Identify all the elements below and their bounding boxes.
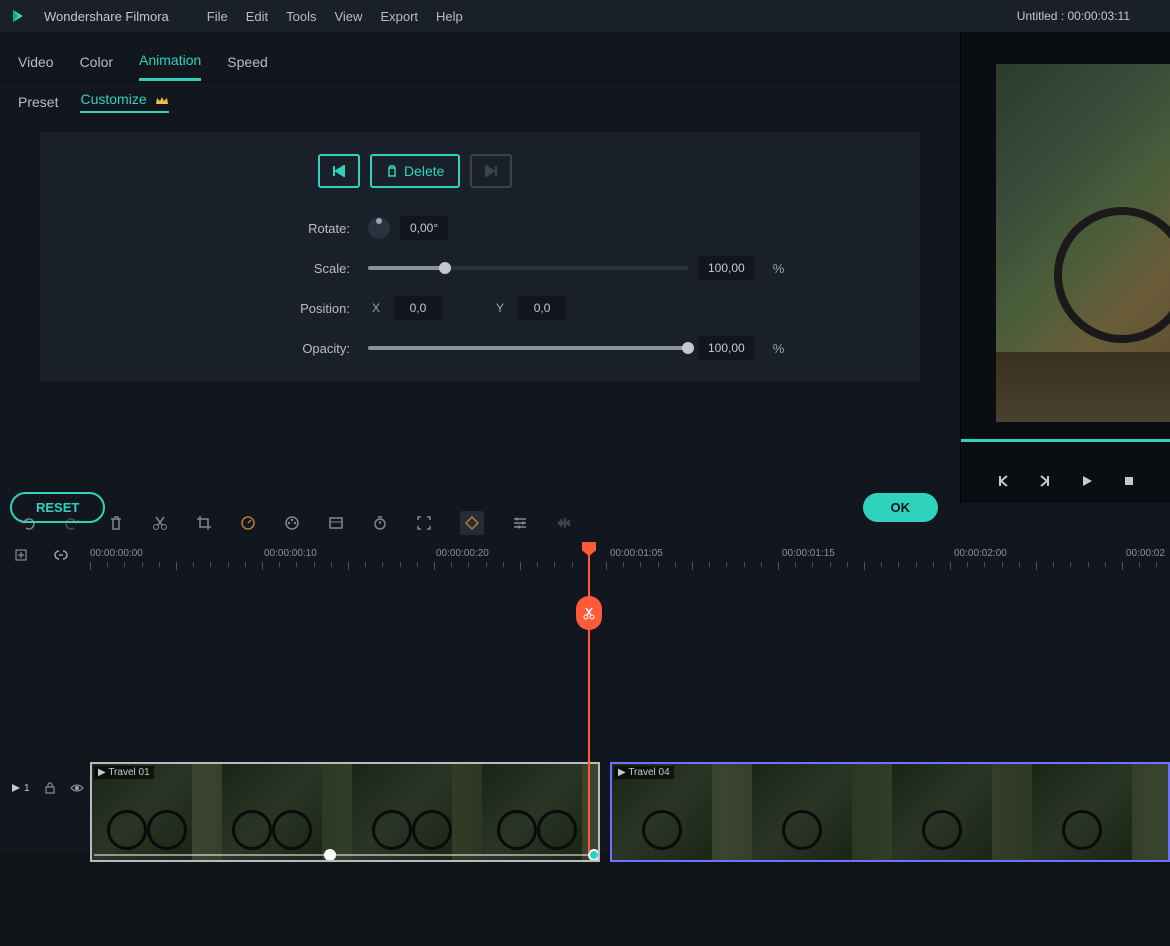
keyframe-1[interactable] [324,849,336,861]
trash-icon [386,165,398,177]
undo-icon[interactable] [20,515,36,531]
ok-button[interactable]: OK [863,493,939,522]
speed-icon[interactable] [240,515,256,531]
tab-speed[interactable]: Speed [227,44,267,80]
clip-travel-01[interactable]: ▶ Travel 01 [90,762,600,862]
scale-thumb[interactable] [439,262,451,274]
playhead-split-icon[interactable] [576,596,602,630]
play-small-icon: ▶ [618,767,626,778]
prev-keyframe-button[interactable] [318,154,360,188]
scale-value[interactable]: 100,00 [698,256,755,280]
track-badge: 1 [24,783,30,794]
scale-unit: % [773,261,785,276]
preview-image[interactable] [996,64,1170,422]
menu-file[interactable]: File [207,9,228,24]
ruler-mark: 00:00:01:15 [782,548,835,559]
ruler-mark: 00:00:01:05 [610,548,663,559]
scale-slider[interactable] [368,266,688,270]
ruler-mark: 00:00:02 [1126,548,1165,559]
delete-label: Delete [404,163,444,179]
ruler-mark: 00:00:00:10 [264,548,317,559]
delete-icon[interactable] [108,515,124,531]
app-logo-icon [10,8,26,24]
clip2-label: Travel 04 [628,767,669,778]
fit-icon[interactable] [416,515,432,531]
pos-x-value[interactable]: 0,0 [394,296,442,320]
playhead[interactable] [588,542,590,852]
track-visibility-icon[interactable] [70,782,84,794]
skip-last-icon [484,165,498,177]
app-name: Wondershare Filmora [44,9,169,24]
clip1-label: Travel 01 [108,767,149,778]
step-forward-icon[interactable] [1038,474,1052,488]
skip-first-icon [332,165,346,177]
scale-label: Scale: [68,261,358,276]
opacity-label: Opacity: [68,341,358,356]
opacity-thumb[interactable] [682,342,694,354]
track-video-icon[interactable]: 1 [10,782,30,794]
menu-tools[interactable]: Tools [286,9,316,24]
link-icon[interactable] [54,548,68,562]
preview-progress[interactable] [961,439,1170,442]
next-keyframe-button [470,154,512,188]
opacity-unit: % [773,341,785,356]
keyframe-icon[interactable] [460,511,484,535]
split-icon[interactable] [152,515,168,531]
preview-panel [960,32,1170,502]
ruler-mark: 00:00:00:00 [90,548,143,559]
keyframe-line [94,854,596,856]
ruler-mark: 00:00:02:00 [954,548,1007,559]
track-lock-icon[interactable] [44,782,56,794]
audio-icon[interactable] [556,515,572,531]
delete-button[interactable]: Delete [370,154,460,188]
menu-edit[interactable]: Edit [246,9,268,24]
subtab-customize[interactable]: Customize [80,91,168,112]
redo-icon[interactable] [64,515,80,531]
tab-animation[interactable]: Animation [139,42,201,81]
opacity-slider[interactable] [368,346,688,350]
adjust-icon[interactable] [512,515,528,531]
subtab-preset[interactable]: Preset [18,94,58,110]
menu-view[interactable]: View [334,9,362,24]
rotate-knob[interactable] [368,217,390,239]
opacity-value[interactable]: 100,00 [698,336,755,360]
tab-video[interactable]: Video [18,44,54,80]
pos-y-value[interactable]: 0,0 [518,296,566,320]
duration-icon[interactable] [372,515,388,531]
clip-travel-04[interactable]: ▶ Travel 04 [610,762,1170,862]
color-icon[interactable] [284,515,300,531]
play-small-icon: ▶ [98,767,106,778]
position-label: Position: [68,301,358,316]
crown-icon [155,94,169,108]
project-status: Untitled : 00:00:03:11 [1017,9,1130,23]
stop-icon[interactable] [1122,474,1136,488]
ruler-mark: 00:00:00:20 [436,548,489,559]
add-marker-icon[interactable] [14,548,28,562]
step-back-icon[interactable] [996,474,1010,488]
rotate-label: Rotate: [68,221,358,236]
pos-x-label: X [372,301,380,315]
subtab-customize-label: Customize [80,91,146,107]
menu-export[interactable]: Export [380,9,418,24]
menu-help[interactable]: Help [436,9,463,24]
rotate-value[interactable]: 0,00° [400,216,448,240]
pos-y-label: Y [496,301,504,315]
play-icon[interactable] [1080,474,1094,488]
crop-icon[interactable] [196,515,212,531]
greenscreen-icon[interactable] [328,515,344,531]
tab-color[interactable]: Color [80,44,113,80]
